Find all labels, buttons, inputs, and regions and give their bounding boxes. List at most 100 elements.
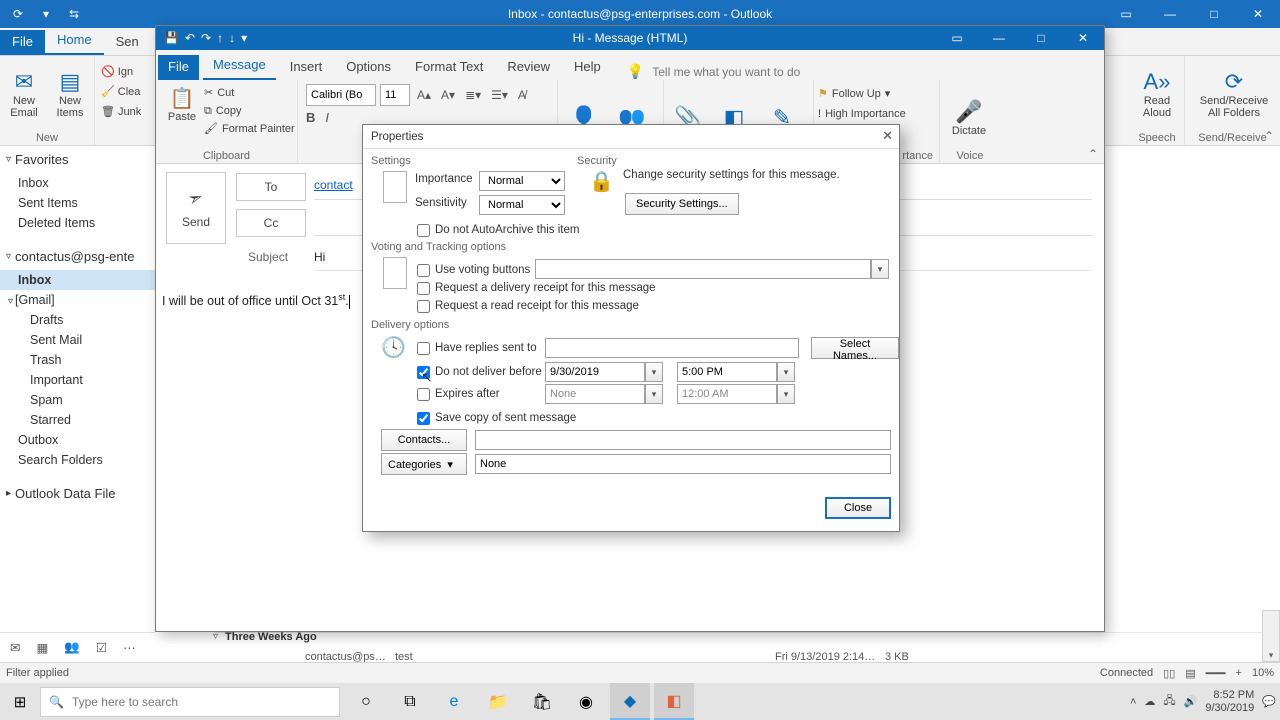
qat-prev-icon[interactable]: ↑ xyxy=(217,31,223,45)
italic-button[interactable]: I xyxy=(325,110,329,125)
tab-options[interactable]: Options xyxy=(336,55,401,80)
snagit-taskbar-icon[interactable]: ◧ xyxy=(654,683,694,720)
tab-send-receive[interactable]: Sen xyxy=(104,30,151,55)
qat-next-icon[interactable]: ↓ xyxy=(229,31,235,45)
nav-important[interactable]: Important xyxy=(0,370,155,390)
close-button[interactable]: ✕ xyxy=(1062,31,1104,45)
not-before-time[interactable] xyxy=(677,362,777,382)
favorites-header[interactable]: ▿Favorites xyxy=(0,146,155,173)
clear-format-button[interactable]: A̸ xyxy=(515,88,529,102)
account-header[interactable]: ▿contactus@psg-ente xyxy=(0,243,155,270)
zoom-out-button[interactable]: ━━━ xyxy=(1206,667,1226,680)
not-before-checkbox[interactable]: Do not deliver before xyxy=(417,363,542,381)
cleanup-button[interactable]: 🧹 Clea xyxy=(101,82,141,102)
tab-file[interactable]: File xyxy=(158,55,199,80)
expires-checkbox[interactable]: Expires after xyxy=(417,385,500,403)
view-normal-icon[interactable]: ▯▯ xyxy=(1163,667,1175,680)
people-icon[interactable]: 👥 xyxy=(64,640,80,655)
maximize-button[interactable]: □ xyxy=(1192,7,1236,21)
categories-button[interactable]: Categories ▾ xyxy=(381,453,467,475)
chrome-icon[interactable]: ◉ xyxy=(566,683,606,720)
high-importance-button[interactable]: !High Importance xyxy=(818,104,906,124)
tab-help[interactable]: Help xyxy=(564,55,611,80)
contacts-field[interactable] xyxy=(475,430,891,450)
close-dialog-button[interactable]: Close xyxy=(825,497,891,519)
copy-button[interactable]: ⧉Copy xyxy=(204,102,295,120)
tab-insert[interactable]: Insert xyxy=(280,55,333,80)
junk-button[interactable]: 🗑 Junk xyxy=(101,102,141,122)
nav-inbox-account[interactable]: Inbox xyxy=(0,270,155,290)
sensitivity-select[interactable]: Normal xyxy=(479,195,565,215)
close-button[interactable]: ✕ xyxy=(882,128,893,144)
nav-sent-items[interactable]: Sent Items xyxy=(0,193,155,213)
tab-format-text[interactable]: Format Text xyxy=(405,55,493,80)
paste-button[interactable]: 📋 Paste xyxy=(162,86,202,123)
to-button[interactable]: To xyxy=(236,173,306,201)
save-copy-checkbox[interactable]: Save copy of sent message xyxy=(417,409,576,427)
outlook-taskbar-icon[interactable]: ◆ xyxy=(610,683,650,720)
explorer-icon[interactable]: 📁 xyxy=(478,683,518,720)
grow-font-button[interactable]: A▴ xyxy=(414,88,434,102)
qat-customize-icon[interactable]: ▾ xyxy=(241,31,247,45)
zoom-in-button[interactable]: + xyxy=(1236,667,1242,679)
tab-review[interactable]: Review xyxy=(497,55,560,80)
onedrive-icon[interactable]: ☁ xyxy=(1144,695,1155,708)
delivery-receipt-checkbox[interactable]: Request a delivery receipt for this mess… xyxy=(417,279,656,297)
nav-inbox[interactable]: Inbox xyxy=(0,173,155,193)
calendar-icon[interactable]: ▦ xyxy=(36,640,48,655)
redo-icon[interactable]: ↷ xyxy=(201,31,211,45)
voting-checkbox[interactable]: Use voting buttons xyxy=(417,261,530,279)
qat-dropdown-icon[interactable]: ▾ xyxy=(36,7,56,21)
send-receive-button[interactable]: ⟳ Send/Receive All Folders xyxy=(1195,62,1273,126)
bold-button[interactable]: B xyxy=(306,110,315,125)
read-receipt-checkbox[interactable]: Request a read receipt for this message xyxy=(417,297,639,315)
start-button[interactable]: ⊞ xyxy=(0,693,40,711)
contacts-button[interactable]: Contacts... xyxy=(381,429,467,451)
numbering-button[interactable]: ☰▾ xyxy=(488,88,511,102)
chevron-down-icon[interactable]: ▾ xyxy=(777,384,795,404)
group-three-weeks[interactable]: Three Weeks Ago xyxy=(225,631,317,643)
nav-search-folders[interactable]: Search Folders xyxy=(0,450,155,470)
edge-icon[interactable]: e xyxy=(434,683,474,720)
nav-deleted-items[interactable]: Deleted Items xyxy=(0,213,155,233)
nav-trash[interactable]: Trash xyxy=(0,350,155,370)
data-file-header[interactable]: ▸Outlook Data File xyxy=(0,480,155,507)
tray-up-icon[interactable]: ˄ xyxy=(1130,696,1136,708)
nav-spam[interactable]: Spam xyxy=(0,390,155,410)
expires-time[interactable] xyxy=(677,384,777,404)
qat-refresh-icon[interactable]: ⟳ xyxy=(8,7,28,21)
message-body[interactable]: I will be out of office until Oct 31st. xyxy=(162,292,350,309)
nav-sent-mail[interactable]: Sent Mail xyxy=(0,330,155,350)
follow-up-button[interactable]: ⚑Follow Up ▾ xyxy=(818,84,906,104)
minimize-button[interactable]: — xyxy=(1148,7,1192,21)
more-icon[interactable]: ⋯ xyxy=(123,640,136,655)
action-center-icon[interactable]: 💬 xyxy=(1262,695,1276,708)
collapse-ribbon-icon[interactable]: ⌃ xyxy=(1264,129,1274,143)
tasks-icon[interactable]: ☑ xyxy=(96,640,107,655)
task-view-icon[interactable]: ⧉ xyxy=(390,683,430,720)
voting-combo[interactable] xyxy=(535,259,871,279)
font-name-combo[interactable] xyxy=(306,84,376,106)
nav-starred[interactable]: Starred xyxy=(0,410,155,430)
importance-select[interactable]: Normal xyxy=(479,171,565,191)
dictate-button[interactable]: 🎤 Dictate xyxy=(946,86,992,150)
send-button[interactable]: ➣ Send xyxy=(166,172,226,244)
format-painter-button[interactable]: 🖌Format Painter xyxy=(204,120,295,138)
bullets-button[interactable]: ≣▾ xyxy=(462,88,484,102)
ribbon-display-icon[interactable]: ▭ xyxy=(1104,7,1148,21)
security-settings-button[interactable]: Security Settings... xyxy=(625,193,739,215)
font-size-combo[interactable] xyxy=(380,84,410,106)
volume-icon[interactable]: 🔊 xyxy=(1184,695,1198,708)
nav-gmail[interactable]: ▿[Gmail] xyxy=(0,290,155,310)
expires-date[interactable] xyxy=(545,384,645,404)
collapse-ribbon-icon[interactable]: ⌃ xyxy=(1088,147,1098,161)
taskbar-search[interactable]: 🔍 Type here to search xyxy=(40,687,340,717)
chevron-down-icon[interactable]: ▾ xyxy=(645,362,663,382)
tab-file[interactable]: File xyxy=(0,30,45,55)
view-reading-icon[interactable]: ▤ xyxy=(1185,667,1195,680)
store-icon[interactable]: 🛍 xyxy=(522,683,562,720)
nav-outbox[interactable]: Outbox xyxy=(0,430,155,450)
mail-icon[interactable]: ✉ xyxy=(10,640,20,655)
taskbar-clock[interactable]: 8:52 PM 9/30/2019 xyxy=(1205,689,1254,715)
replies-field[interactable] xyxy=(545,338,799,358)
